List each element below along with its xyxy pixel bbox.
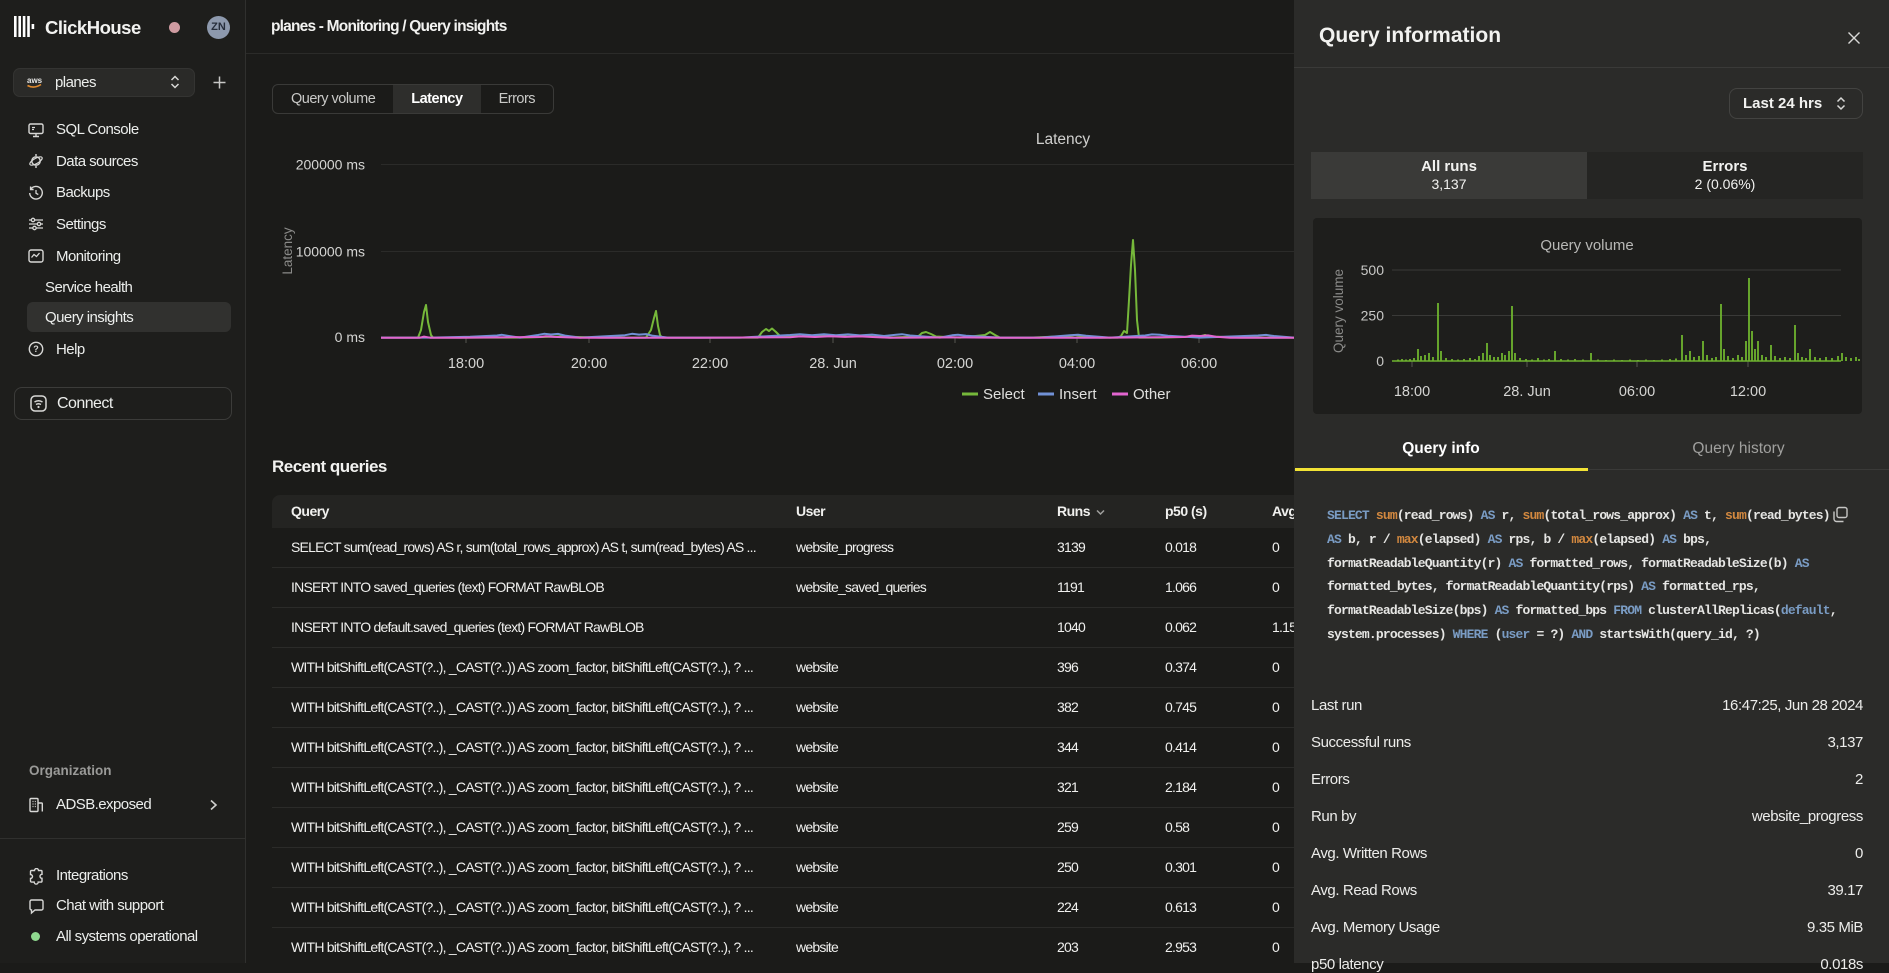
- svg-text:Latency: Latency: [280, 227, 295, 275]
- svg-text:Latency: Latency: [1036, 131, 1091, 148]
- svg-text:Insert: Insert: [1059, 386, 1097, 403]
- svg-text:28. Jun: 28. Jun: [809, 356, 857, 372]
- svg-text:28. Jun: 28. Jun: [1503, 384, 1551, 400]
- svg-text:0 ms: 0 ms: [335, 329, 365, 345]
- svg-text:0: 0: [1376, 353, 1384, 369]
- svg-text:Other: Other: [1133, 386, 1171, 403]
- svg-text:aws: aws: [27, 76, 43, 85]
- svg-text:22:00: 22:00: [692, 356, 728, 372]
- svg-text:06:00: 06:00: [1181, 356, 1217, 372]
- svg-text:18:00: 18:00: [448, 356, 484, 372]
- svg-text:12:00: 12:00: [1730, 384, 1766, 400]
- svg-text:04:00: 04:00: [1059, 356, 1095, 372]
- svg-text:500: 500: [1361, 262, 1385, 278]
- svg-text:06:00: 06:00: [1619, 384, 1655, 400]
- svg-text:Query volume: Query volume: [1540, 237, 1633, 254]
- svg-text:20:00: 20:00: [571, 356, 607, 372]
- svg-text:?: ?: [33, 344, 39, 354]
- svg-text:Select: Select: [983, 386, 1026, 403]
- svg-text:100000 ms: 100000 ms: [296, 244, 365, 260]
- svg-text:250: 250: [1361, 308, 1385, 324]
- svg-text:18:00: 18:00: [1394, 384, 1430, 400]
- svg-text:200000 ms: 200000 ms: [296, 157, 365, 173]
- svg-text:02:00: 02:00: [937, 356, 973, 372]
- svg-text:Query volume: Query volume: [1331, 269, 1346, 353]
